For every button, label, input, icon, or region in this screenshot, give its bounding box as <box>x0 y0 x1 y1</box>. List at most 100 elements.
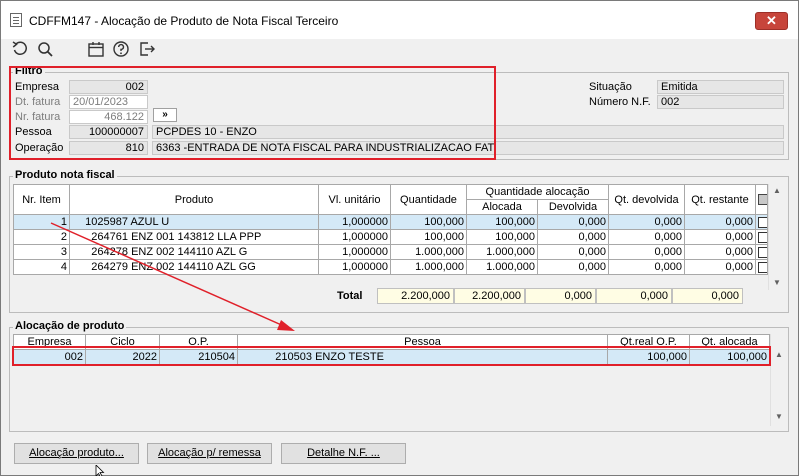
nr-item-cell[interactable]: 2 <box>13 229 70 245</box>
numero-nf-field: 002 <box>657 95 784 109</box>
produto-desc: ENZ 001 143812 LLA PPP <box>131 231 262 243</box>
qt-devolvida-cell[interactable]: 0,000 <box>608 259 685 275</box>
close-button[interactable]: ✕ <box>755 12 788 30</box>
toolbar <box>1 39 798 63</box>
devolvida-cell[interactable]: 0,000 <box>537 229 609 245</box>
col-qt-restante[interactable]: Qt. restante <box>684 184 756 215</box>
produto-code: 1025987 <box>85 216 128 228</box>
quantidade-cell[interactable]: 1.000,000 <box>390 244 467 260</box>
row-checkbox-cell[interactable] <box>755 244 768 260</box>
total-devolvida: 0,000 <box>525 288 596 304</box>
filtro-highlight-box <box>9 66 496 160</box>
quantidade-cell[interactable]: 100,000 <box>390 229 467 245</box>
produto-desc: ENZ 002 144110 AZL GG <box>131 261 256 273</box>
table-row[interactable]: 3 264278 ENZ 002 144110 AZL G 1,000000 1… <box>13 244 768 260</box>
situacao-label: Situação <box>589 81 632 93</box>
row-checkbox[interactable] <box>758 261 767 273</box>
mouse-cursor-icon <box>95 465 105 476</box>
col-nr-item[interactable]: Nr. Item <box>13 184 70 215</box>
alocacao-produto-button[interactable]: Alocação produto... <box>14 443 139 464</box>
total-qt-devolvida: 0,000 <box>596 288 672 304</box>
qt-restante-cell[interactable]: 0,000 <box>684 259 756 275</box>
vl-unitario-cell[interactable]: 1,000000 <box>318 244 391 260</box>
col-qtd-alocacao: Quantidade alocação <box>466 184 609 200</box>
col-produto[interactable]: Produto <box>69 184 319 215</box>
qt-restante-cell[interactable]: 0,000 <box>684 244 756 260</box>
vl-unitario-cell[interactable]: 1,000000 <box>318 214 391 230</box>
row-checkbox-cell[interactable] <box>755 259 768 275</box>
produto-cell[interactable]: 264279 ENZ 002 144110 AZL GG <box>69 259 319 275</box>
detalhe-nf-button-label: Detalhe N.F. ... <box>307 447 380 459</box>
qt-devolvida-cell[interactable]: 0,000 <box>608 244 685 260</box>
select-all-checkbox[interactable] <box>758 194 767 206</box>
row-checkbox[interactable] <box>758 216 767 228</box>
numero-nf-label: Número N.F. <box>589 96 651 108</box>
nr-item-cell[interactable]: 4 <box>13 259 70 275</box>
alocada-cell[interactable]: 1.000,000 <box>466 259 538 275</box>
produto-code: 264278 <box>91 246 128 258</box>
alocacao-produto-button-label: Alocação produto... <box>29 447 124 459</box>
col-alocada[interactable]: Alocada <box>466 199 538 215</box>
produto-code: 264761 <box>91 231 128 243</box>
search-icon[interactable] <box>35 39 55 59</box>
qt-restante-cell[interactable]: 0,000 <box>684 229 756 245</box>
app-icon <box>10 13 22 27</box>
col-quantidade[interactable]: Quantidade <box>390 184 467 215</box>
devolvida-cell[interactable]: 0,000 <box>537 259 609 275</box>
devolvida-cell[interactable]: 0,000 <box>537 244 609 260</box>
nr-item-cell[interactable]: 1 <box>13 214 70 230</box>
scroll-up-icon[interactable]: ▲ <box>769 184 785 198</box>
total-label: Total <box>337 290 363 302</box>
produto-cell[interactable]: 264761 ENZ 001 143812 LLA PPP <box>69 229 319 245</box>
refresh-icon[interactable] <box>10 39 30 59</box>
produto-cell[interactable]: 264278 ENZ 002 144110 AZL G <box>69 244 319 260</box>
devolvida-cell[interactable]: 0,000 <box>537 214 609 230</box>
alocacao-remessa-button-label: Alocação p/ remessa <box>158 447 261 459</box>
alocacao-table-scrollbar[interactable]: ▲ ▼ <box>770 334 786 426</box>
window-title: CDFFM147 - Alocação de Produto de Nota F… <box>29 14 339 28</box>
vl-unitario-cell[interactable]: 1,000000 <box>318 259 391 275</box>
produto-desc: ENZ 002 144110 AZL G <box>131 246 248 258</box>
col-select-all[interactable] <box>755 184 768 215</box>
calendar-icon[interactable] <box>86 39 106 59</box>
produto-nf-table: Nr. Item Produto Vl. unitário Quantidade… <box>13 184 768 275</box>
qt-devolvida-cell[interactable]: 0,000 <box>608 229 685 245</box>
qt-restante-cell[interactable]: 0,000 <box>684 214 756 230</box>
qt-devolvida-cell[interactable]: 0,000 <box>608 214 685 230</box>
row-checkbox[interactable] <box>758 231 767 243</box>
alocacao-remessa-button[interactable]: Alocação p/ remessa <box>147 443 272 464</box>
total-alocada: 2.200,000 <box>454 288 525 304</box>
main-window: CDFFM147 - Alocação de Produto de Nota F… <box>0 0 799 476</box>
produto-cell[interactable]: 1025987 AZUL U <box>69 214 319 230</box>
row-checkbox[interactable] <box>758 246 767 258</box>
total-quantidade: 2.200,000 <box>377 288 454 304</box>
title-bar: CDFFM147 - Alocação de Produto de Nota F… <box>1 1 798 39</box>
vl-unitario-cell[interactable]: 1,000000 <box>318 229 391 245</box>
col-qt-devolvida[interactable]: Qt. devolvida <box>608 184 685 215</box>
col-devolvida[interactable]: Devolvida <box>537 199 609 215</box>
alocada-cell[interactable]: 100,000 <box>466 214 538 230</box>
table-row[interactable]: 4 264279 ENZ 002 144110 AZL GG 1,000000 … <box>13 259 768 275</box>
exit-icon[interactable] <box>137 39 157 59</box>
help-icon[interactable] <box>111 39 131 59</box>
total-qt-restante: 0,000 <box>672 288 743 304</box>
quantidade-cell[interactable]: 100,000 <box>390 214 467 230</box>
produto-code: 264279 <box>91 261 128 273</box>
detalhe-nf-button[interactable]: Detalhe N.F. ... <box>281 443 406 464</box>
scroll-down-icon[interactable]: ▼ <box>771 410 787 424</box>
table-row[interactable]: 1 1025987 AZUL U 1,000000 100,000 100,00… <box>13 214 768 230</box>
produto-table-scrollbar[interactable]: ▲ ▼ <box>768 184 784 290</box>
alocacao-title: Alocação de produto <box>13 320 127 332</box>
alocada-cell[interactable]: 1.000,000 <box>466 244 538 260</box>
alocada-cell[interactable]: 100,000 <box>466 229 538 245</box>
scroll-up-icon[interactable]: ▲ <box>771 348 787 362</box>
quantidade-cell[interactable]: 1.000,000 <box>390 259 467 275</box>
nr-item-cell[interactable]: 3 <box>13 244 70 260</box>
row-checkbox-cell[interactable] <box>755 214 768 230</box>
col-vl-unitario[interactable]: Vl. unitário <box>318 184 391 215</box>
table-row[interactable]: 2 264761 ENZ 001 143812 LLA PPP 1,000000… <box>13 229 768 245</box>
scroll-down-icon[interactable]: ▼ <box>769 276 785 290</box>
alocacao-row-highlight-box <box>12 346 771 366</box>
situacao-field: Emitida <box>657 80 784 94</box>
row-checkbox-cell[interactable] <box>755 229 768 245</box>
